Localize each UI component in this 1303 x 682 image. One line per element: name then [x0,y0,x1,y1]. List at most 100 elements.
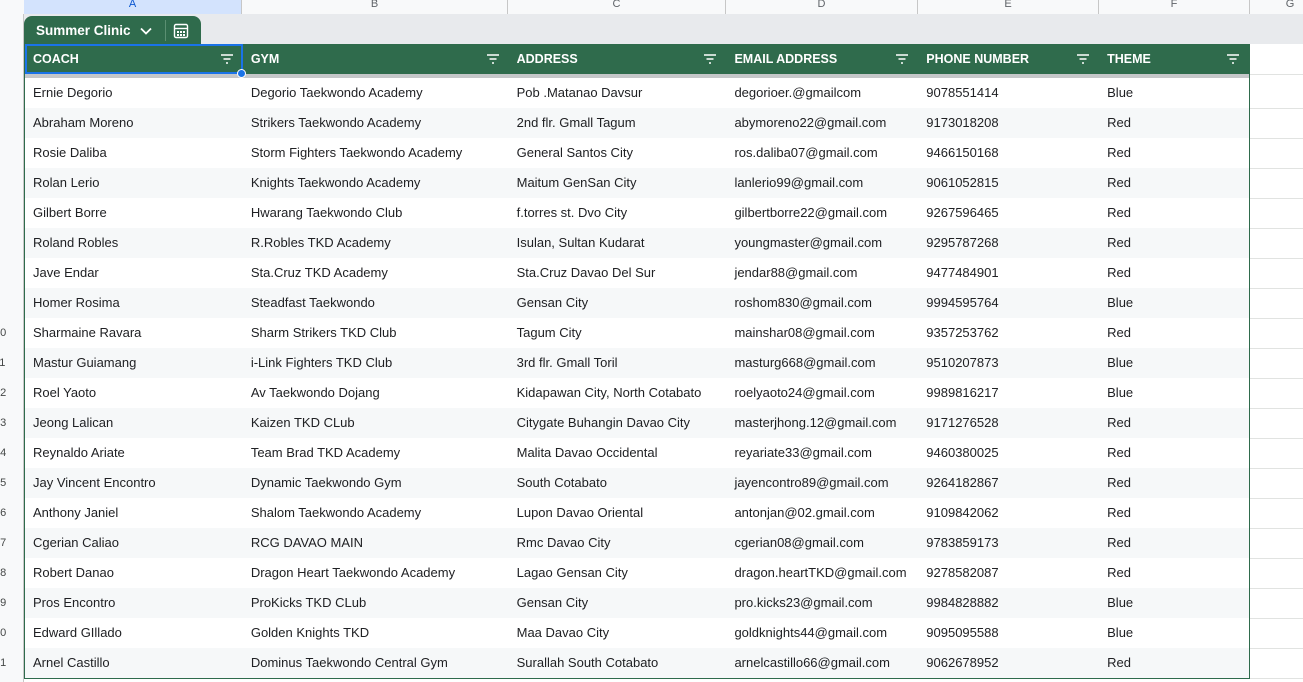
table-cell[interactable]: Pros Encontro [25,588,243,618]
table-cell[interactable]: 9510207873 [918,348,1099,378]
row-number[interactable]: 18 [0,567,8,579]
table-cell[interactable]: Roel Yaoto [25,378,243,408]
table-cell[interactable]: Jay Vincent Encontro [25,468,243,498]
table-cell[interactable]: Golden Knights TKD [243,618,509,648]
table-cell[interactable]: dragon.heartTKD@gmail.com [726,558,918,588]
column-header-b[interactable]: B [242,0,508,14]
table-cell[interactable]: abymoreno22@gmail.com [726,108,918,138]
table-cell[interactable]: Red [1099,648,1249,678]
row-number[interactable]: 8 [0,267,8,279]
table-cell[interactable]: Citygate Buhangin Davao City [509,408,727,438]
table-cell[interactable]: Degorio Taekwondo Academy [243,78,509,108]
table-cell[interactable]: Blue [1099,288,1249,318]
table-cell[interactable]: Dominus Taekwondo Central Gym [243,648,509,678]
table-cell[interactable]: masturg668@gmail.com [726,348,918,378]
table-cell[interactable]: 2nd flr. Gmall Tagum [509,108,727,138]
filter-icon[interactable] [896,54,909,64]
table-cell[interactable]: 9466150168 [918,138,1099,168]
table-cell[interactable]: Maa Davao City [509,618,727,648]
table-cell[interactable]: 9173018208 [918,108,1099,138]
header-cell-gym[interactable]: GYM [243,44,509,74]
filter-icon[interactable] [1077,54,1090,64]
table-cell[interactable]: antonjan@02.gmail.com [726,498,918,528]
table-cell[interactable]: Roland Robles [25,228,243,258]
table-cell[interactable]: 9061052815 [918,168,1099,198]
row-number[interactable]: 2 [0,87,8,99]
row-number[interactable]: 20 [0,627,8,639]
table-cell[interactable]: Red [1099,258,1249,288]
table-cell[interactable]: roelyaoto24@gmail.com [726,378,918,408]
table-cell[interactable]: 9109842062 [918,498,1099,528]
filter-icon[interactable] [486,54,499,64]
table-cell[interactable]: goldknights44@gmail.com [726,618,918,648]
row-number[interactable]: 3 [0,117,8,129]
table-cell[interactable]: 9095095588 [918,618,1099,648]
table-cell[interactable]: Gilbert Borre [25,198,243,228]
filter-icon[interactable] [1227,54,1240,64]
table-cell[interactable]: Blue [1099,618,1249,648]
table-cell[interactable]: Robert Danao [25,558,243,588]
table-cell[interactable]: Pob .Matanao Davsur [509,78,727,108]
table-cell[interactable]: Team Brad TKD Academy [243,438,509,468]
chevron-down-icon[interactable] [139,24,153,38]
row-number[interactable]: 9 [0,297,8,309]
row-number[interactable]: 10 [0,327,8,339]
table-cell[interactable]: mainshar08@gmail.com [726,318,918,348]
table-cell[interactable]: 9078551414 [918,78,1099,108]
table-cell[interactable]: jendar88@gmail.com [726,258,918,288]
table-cell[interactable]: Red [1099,498,1249,528]
header-cell-phone-number[interactable]: PHONE NUMBER [918,44,1099,74]
table-cell[interactable]: lanlerio99@gmail.com [726,168,918,198]
table-cell[interactable]: jayencontro89@gmail.com [726,468,918,498]
table-cell[interactable]: Strikers Taekwondo Academy [243,108,509,138]
table-cell[interactable]: Isulan, Sultan Kudarat [509,228,727,258]
table-cell[interactable]: Sharm Strikers TKD Club [243,318,509,348]
header-cell-address[interactable]: ADDRESS [509,44,727,74]
table-cell[interactable]: Red [1099,108,1249,138]
table-cell[interactable]: Red [1099,558,1249,588]
table-cell[interactable]: Jeong Lalican [25,408,243,438]
header-cell-email-address[interactable]: EMAIL ADDRESS [726,44,918,74]
table-cell[interactable]: f.torres st. Dvo City [509,198,727,228]
table-cell[interactable]: Lupon Davao Oriental [509,498,727,528]
table-cell[interactable]: ros.daliba07@gmail.com [726,138,918,168]
column-header-e[interactable]: E [918,0,1099,14]
table-cell[interactable]: 9171276528 [918,408,1099,438]
filter-icon[interactable] [704,54,717,64]
table-cell[interactable]: Kaizen TKD CLub [243,408,509,438]
row-number[interactable]: 6 [0,207,8,219]
table-cell[interactable]: 9267596465 [918,198,1099,228]
table-cell[interactable]: Red [1099,408,1249,438]
table-cell[interactable]: Red [1099,168,1249,198]
column-header-g[interactable]: G [1250,0,1303,14]
filter-icon[interactable] [220,54,233,64]
header-cell-coach[interactable]: COACH [25,44,243,74]
table-cell[interactable]: Dynamic Taekwondo Gym [243,468,509,498]
table-cell[interactable]: Blue [1099,588,1249,618]
table-cell[interactable]: General Santos City [509,138,727,168]
table-cell[interactable]: Malita Davao Occidental [509,438,727,468]
row-number[interactable]: 7 [0,237,8,249]
row-number[interactable]: 1 [0,53,8,65]
table-calculator-icon[interactable] [171,21,191,41]
row-number[interactable]: 16 [0,507,8,519]
table-cell[interactable]: Rolan Lerio [25,168,243,198]
table-cell[interactable]: Rosie Daliba [25,138,243,168]
row-number[interactable]: 5 [0,177,8,189]
table-cell[interactable]: Red [1099,438,1249,468]
table-cell[interactable]: cgerian08@gmail.com [726,528,918,558]
table-cell[interactable]: reyariate33@gmail.com [726,438,918,468]
table-cell[interactable]: Maitum GenSan City [509,168,727,198]
table-name-tab[interactable]: Summer Clinic [24,16,201,45]
table-cell[interactable]: Blue [1099,378,1249,408]
row-number[interactable]: 4 [0,147,8,159]
column-header-a[interactable]: A [24,0,242,14]
table-cell[interactable]: Knights Taekwondo Academy [243,168,509,198]
table-cell[interactable]: 9460380025 [918,438,1099,468]
table-cell[interactable]: RCG DAVAO MAIN [243,528,509,558]
table-cell[interactable]: 9984828882 [918,588,1099,618]
row-number[interactable]: 14 [0,447,8,459]
table-cell[interactable]: Red [1099,198,1249,228]
table-cell[interactable]: Red [1099,528,1249,558]
table-cell[interactable]: Ernie Degorio [25,78,243,108]
